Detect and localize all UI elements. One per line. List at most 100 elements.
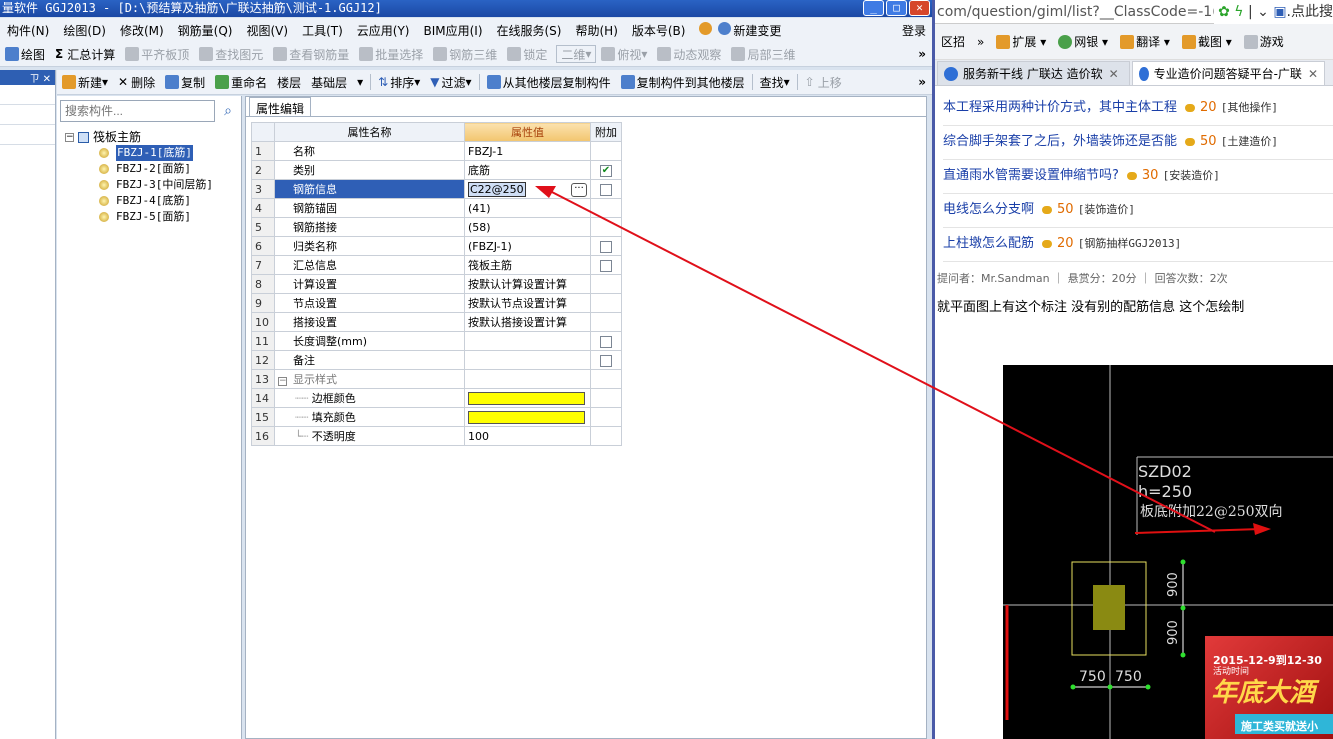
fill-color-value[interactable] — [464, 407, 591, 427]
menu-help[interactable]: 帮助(H) — [568, 22, 624, 39]
rename-button[interactable]: 重命名 — [210, 74, 272, 91]
ellipsis-button[interactable]: ··· — [571, 182, 587, 197]
floor-select[interactable]: 基础层 ▾ — [306, 74, 368, 91]
component-search-input[interactable] — [60, 100, 215, 122]
additional-checkbox[interactable] — [600, 354, 612, 367]
rebar-info-input[interactable]: C22@250 — [468, 181, 526, 197]
menu-cloud[interactable]: 云应用(Y) — [350, 22, 417, 39]
menu-draw[interactable]: 绘图(D) — [56, 22, 113, 39]
tree-item-fbzj-2[interactable]: FBZJ-2[面筋] — [65, 161, 213, 177]
additional-checkbox-checked[interactable]: ✔ — [600, 164, 612, 177]
rebar-3d-button[interactable]: 钢筋三维 — [428, 46, 502, 63]
collapse-icon[interactable]: − — [278, 377, 287, 386]
fill-color-swatch[interactable] — [468, 410, 585, 424]
property-value[interactable]: 按默认搭接设置计算 — [464, 312, 591, 332]
table-row[interactable]: 12 备注 — [251, 350, 622, 370]
property-value[interactable]: (FBZJ-1) — [464, 236, 591, 256]
close-tab-icon[interactable]: ✕ — [1109, 67, 1119, 81]
table-row[interactable]: 10 搭接设置 按默认搭接设置计算 — [251, 312, 622, 332]
tab-service[interactable]: 服务新干线 广联达 造价软 ✕ — [937, 61, 1130, 85]
table-row[interactable]: 8 计算设置 按默认计算设置计算 — [251, 274, 622, 294]
paw-icon[interactable]: ▣ — [1273, 4, 1286, 20]
toolbar-overflow-button[interactable]: » — [918, 47, 926, 61]
dynamic-view-button[interactable]: 动态观察 — [652, 46, 726, 63]
draw-button[interactable]: 绘图 — [0, 46, 50, 63]
address-bar[interactable]: com/question/giml/list?__ClassCode=-1( ✿… — [935, 0, 1333, 24]
toolbar-translate[interactable]: 翻译 ▾ — [1114, 33, 1176, 50]
collapse-icon[interactable]: − — [65, 132, 74, 142]
question-link[interactable]: 上柱墩怎么配筋 — [943, 236, 1034, 251]
summary-calc-button[interactable]: Σ 汇总计算 — [50, 46, 120, 63]
property-value[interactable]: (58) — [464, 217, 591, 237]
table-row[interactable]: 16 └┈ 不透明度 100 — [251, 426, 622, 446]
table-row-group[interactable]: 13− 显示样式 — [251, 369, 622, 389]
additional-checkbox[interactable] — [600, 259, 612, 272]
question-category[interactable]: [钢筋抽样GGJ2013] — [1078, 237, 1182, 250]
new-button[interactable]: 新建 ▾ — [57, 74, 113, 91]
copy-button[interactable]: 复制 — [160, 74, 210, 91]
table-row[interactable]: 4 钢筋锚固 (41) — [251, 198, 622, 218]
refresh-icon[interactable]: ✿ — [1218, 4, 1230, 20]
table-row[interactable]: 11 长度调整(mm) — [251, 331, 622, 351]
lightning-icon[interactable]: ϟ — [1234, 4, 1243, 20]
menu-component[interactable]: 构件(N) — [0, 22, 56, 39]
menu-tools[interactable]: 工具(T) — [295, 22, 350, 39]
question-category[interactable]: [其他操作] — [1221, 101, 1278, 114]
menu-modify[interactable]: 修改(M) — [113, 22, 171, 39]
filter-button[interactable]: ▼ 过滤 ▾ — [425, 74, 476, 91]
tree-item-fbzj-1[interactable]: FBZJ-1[底筋] — [65, 145, 213, 161]
table-row[interactable]: 9 节点设置 按默认节点设置计算 — [251, 293, 622, 313]
additional-checkbox[interactable] — [600, 335, 612, 348]
search-icon[interactable]: ⌕ — [217, 100, 239, 122]
question-link[interactable]: 电线怎么分支啊 — [943, 202, 1034, 217]
view-mode-select[interactable]: 二维 ▾ — [556, 45, 597, 63]
dock-pin-close[interactable]: ㄗ ✕ — [0, 70, 55, 85]
maximize-button[interactable]: □ — [886, 0, 907, 16]
copy-from-floor-button[interactable]: 从其他楼层复制构件 — [482, 74, 616, 91]
question-link[interactable]: 直通雨水管需要设置伸缩节吗? — [943, 168, 1119, 183]
property-value[interactable]: (41) — [464, 198, 591, 218]
table-row[interactable]: 15 ┈┈ 填充颜色 — [251, 407, 622, 427]
sort-button[interactable]: ⇅ 排序 ▾ — [373, 74, 425, 91]
login-link[interactable]: 登录 — [902, 22, 926, 39]
property-value[interactable]: 筏板主筋 — [464, 255, 591, 275]
table-row-selected[interactable]: 3 钢筋信息 C22@250 ··· — [251, 179, 622, 199]
tree-item-fbzj-5[interactable]: FBZJ-5[面筋] — [65, 209, 213, 225]
new-change-menu[interactable]: 新建变更 — [692, 21, 788, 39]
close-tab-icon[interactable]: ✕ — [1308, 67, 1318, 81]
display-style-group[interactable]: − 显示样式 — [274, 369, 465, 389]
property-value[interactable]: FBZJ-1 — [464, 141, 591, 161]
border-color-swatch[interactable] — [468, 391, 585, 405]
tree-item-fbzj-4[interactable]: FBZJ-4[底筋] — [65, 193, 213, 209]
toolbar-extend[interactable]: 扩展 ▾ — [990, 33, 1052, 50]
address-text[interactable]: com/question/giml/list?__ClassCode=-1( — [937, 4, 1218, 20]
property-value[interactable]: 100 — [464, 426, 591, 446]
question-category[interactable]: [装饰造价] — [1078, 203, 1135, 216]
toolbar-bank[interactable]: 网银 ▾ — [1052, 33, 1114, 50]
question-link[interactable]: 综合脚手架套了之后，外墙装饰还是否能 — [943, 134, 1177, 149]
menu-view[interactable]: 视图(V) — [239, 22, 295, 39]
table-row[interactable]: 7 汇总信息 筏板主筋 — [251, 255, 622, 275]
property-value[interactable] — [464, 331, 591, 351]
property-value[interactable]: 按默认计算设置计算 — [464, 274, 591, 294]
rebar-info-value-cell[interactable]: C22@250 ··· — [464, 179, 591, 199]
move-up-button[interactable]: ⇧ 上移 — [800, 74, 847, 91]
additional-checkbox[interactable] — [600, 240, 612, 253]
tree-item-fbzj-3[interactable]: FBZJ-3[中间层筋] — [65, 177, 213, 193]
table-row[interactable]: 2 类别 底筋 ✔ — [251, 160, 622, 180]
view-rebar-button[interactable]: 查看钢筋量 — [268, 46, 354, 63]
menu-online[interactable]: 在线服务(S) — [490, 22, 569, 39]
border-color-value[interactable] — [464, 388, 591, 408]
question-category[interactable]: [土建造价] — [1221, 135, 1278, 148]
search-hint[interactable]: 点此搜 — [1291, 4, 1333, 20]
tree-root[interactable]: − 筏板主筋 — [65, 129, 213, 145]
menu-version[interactable]: 版本号(B) — [625, 22, 693, 39]
menu-rebar-quantity[interactable]: 钢筋量(Q) — [171, 22, 240, 39]
property-value[interactable]: 底筋 — [464, 160, 591, 180]
local-3d-button[interactable]: 局部三维 — [726, 46, 800, 63]
toolbar-item-campus[interactable]: 区招 — [935, 33, 971, 50]
tab-property-edit[interactable]: 属性编辑 — [249, 97, 312, 117]
table-row[interactable]: 5 钢筋搭接 (58) — [251, 217, 622, 237]
additional-checkbox[interactable] — [600, 183, 612, 196]
top-view-button[interactable]: 俯视 ▾ — [596, 46, 652, 63]
